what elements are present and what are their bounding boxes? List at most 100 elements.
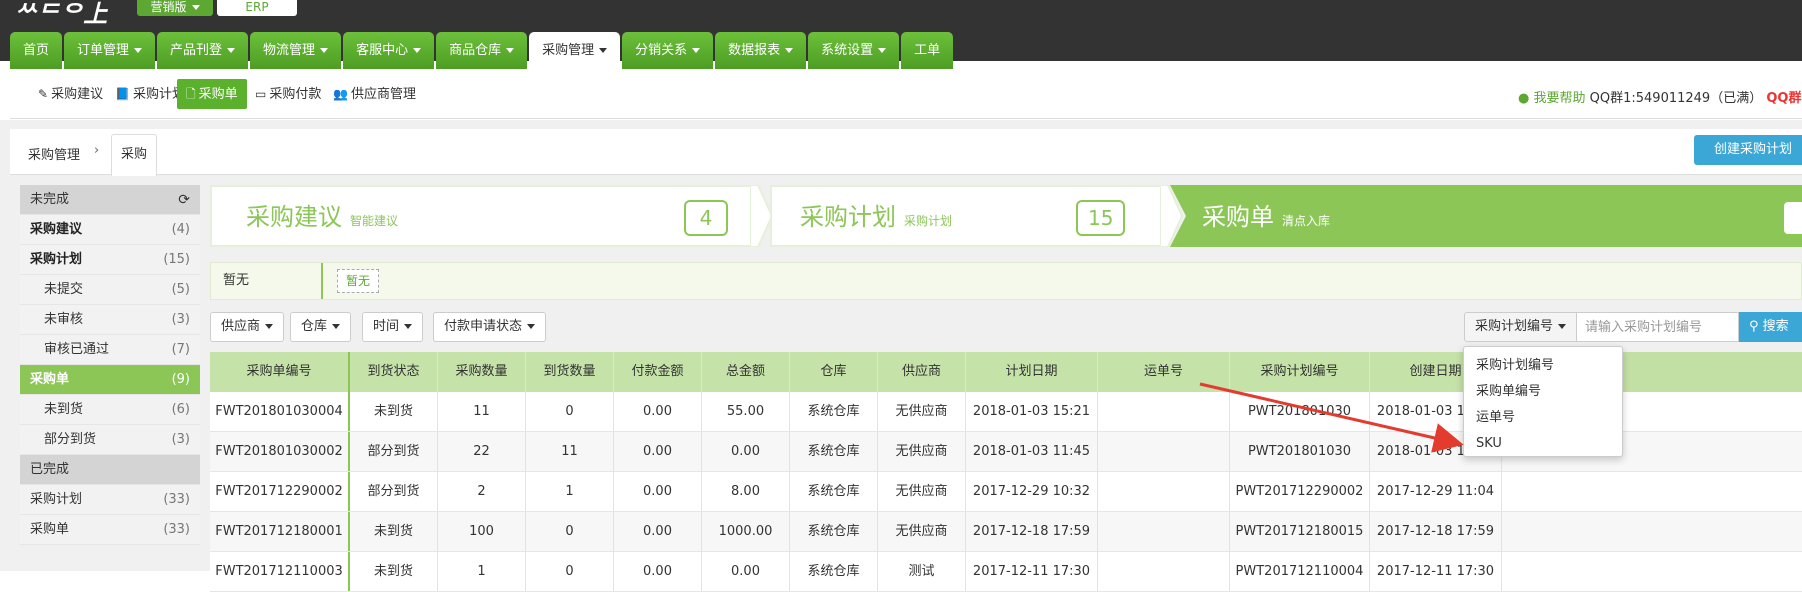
subnav-label: 采购付款 — [269, 87, 322, 102]
column-header[interactable]: 付款金额 — [614, 352, 702, 392]
search-icon: ⚲ — [1749, 319, 1763, 334]
sales-edition-switch[interactable]: 营销版 — [137, 0, 213, 16]
nav-tab-label: 客服中心 — [356, 43, 409, 58]
step-purchase-order[interactable]: 采购单 清点入库 — [1170, 185, 1802, 247]
tab-nav-9[interactable]: 系统设置 — [808, 32, 900, 69]
strip-tag[interactable]: 暂无 — [337, 269, 380, 293]
dropdown-option[interactable]: 采购单编号 — [1464, 379, 1622, 405]
step-purchase-plan[interactable]: 采购计划 采购计划 15 — [770, 185, 1184, 247]
subnav-supplier-management[interactable]: 👥 供应商管理 — [324, 79, 425, 109]
table-cell: 2018-01-03 11:45 — [966, 432, 1098, 471]
sidebar-item-label: 采购单 — [30, 372, 70, 387]
sidebar-item-label: 未审核 — [44, 312, 84, 327]
tab-nav-6[interactable]: 采购管理 — [529, 32, 621, 69]
erp-edition-switch[interactable]: ERP — [217, 0, 297, 16]
table-row[interactable]: FWT201712180001 未到货 100 0 0.00 1000.00 系统仓库 无供应… — [210, 512, 1802, 552]
dropdown-option[interactable]: 运单号 — [1464, 405, 1622, 431]
column-header[interactable]: 到货状态 — [350, 352, 438, 392]
question-icon: ● — [1518, 91, 1530, 106]
table-cell: PWT201712290002 — [1230, 472, 1370, 511]
file-icon: 🗋 — [186, 87, 196, 101]
sidebar-item-not-submitted[interactable]: 未提交 (5) — [20, 275, 200, 305]
sidebar-item-partially-arrived[interactable]: 部分到货 (3) — [20, 425, 200, 455]
column-header[interactable]: 采购单编号 — [210, 352, 350, 392]
tab-nav-7[interactable]: 分销关系 — [622, 32, 714, 69]
table-cell: 系统仓库 — [790, 432, 878, 471]
search-field-select[interactable]: 采购计划编号 — [1464, 312, 1578, 342]
search-button[interactable]: ⚲ 搜索 — [1739, 312, 1802, 342]
sidebar-item-purchase-suggestion[interactable]: 采购建议 (4) — [20, 215, 200, 245]
table-cell: 0 — [526, 552, 614, 591]
supplier-filter[interactable]: 供应商 — [210, 312, 285, 342]
chevron-down-icon — [527, 324, 536, 329]
sidebar-item-purchase-order[interactable]: 采购单 (9) — [20, 365, 200, 395]
tab-nav-3[interactable]: 物流管理 — [250, 32, 342, 69]
step-purchase-suggestion[interactable]: 采购建议 智能建议 4 — [210, 185, 774, 247]
dropdown-option[interactable]: 采购计划编号 — [1464, 353, 1622, 379]
table-row[interactable]: FWT201712110003 未到货 1 0 0.00 0.00 系统仓库 测试 2017-1… — [210, 552, 1802, 592]
table-cell: 0.00 — [614, 472, 702, 511]
column-header[interactable]: 计划日期 — [966, 352, 1098, 392]
sidebar-item-label: 采购计划 — [30, 492, 83, 507]
column-header[interactable]: 总金额 — [702, 352, 790, 392]
sidebar-item-count: (7) — [171, 342, 190, 357]
subnav-label: 供应商管理 — [350, 87, 416, 102]
sidebar-item-label: 采购单 — [30, 522, 70, 537]
filter-label: 供应商 — [221, 319, 261, 334]
sidebar-item-completed-plan[interactable]: 采购计划 (33) — [20, 485, 200, 515]
table-cell: FWT201801030004 — [210, 392, 350, 431]
sidebar-item-count: (5) — [171, 282, 190, 297]
step-title-text: 采购计划 — [800, 203, 896, 231]
step-subtitle: 智能建议 — [350, 214, 399, 228]
nav-tab-label: 采购管理 — [542, 43, 595, 58]
create-purchase-plan-button[interactable]: 创建采购计划 — [1694, 135, 1802, 165]
breadcrumb-parent[interactable]: 采购管理 — [28, 144, 80, 163]
breadcrumb-current-tab[interactable]: 采购 — [111, 134, 157, 176]
column-header[interactable]: 采购数量 — [438, 352, 526, 392]
step-subtitle: 采购计划 — [904, 214, 953, 228]
book-icon: 📘 — [115, 87, 130, 101]
sidebar-item-completed-order[interactable]: 采购单 (33) — [20, 515, 200, 545]
warehouse-filter[interactable]: 仓库 — [290, 312, 352, 342]
brand-logo[interactable]: ᄊᄃᄋ上 — [14, 0, 108, 29]
sidebar-item-not-reviewed[interactable]: 未审核 (3) — [20, 305, 200, 335]
tab-nav-5[interactable]: 商品仓库 — [436, 32, 528, 69]
sidebar-complete-header: 已完成 — [20, 455, 200, 485]
table-cell: 2 — [438, 472, 526, 511]
column-header[interactable]: 到货数量 — [526, 352, 614, 392]
search-group: 采购计划编号 ⚲ 搜索 — [1464, 312, 1802, 342]
table-cell: 0.00 — [614, 392, 702, 431]
tab-nav-4[interactable]: 客服中心 — [343, 32, 435, 69]
table-cell: 系统仓库 — [790, 552, 878, 591]
column-header[interactable]: 仓库 — [790, 352, 878, 392]
sidebar-item-approved[interactable]: 审核已通过 (7) — [20, 335, 200, 365]
nav-tab-label: 数据报表 — [728, 43, 781, 58]
tab-nav-8[interactable]: 数据报表 — [715, 32, 807, 69]
subnav-purchase-suggestion[interactable]: ✎ 采购建议 — [29, 79, 112, 109]
subnav-purchase-order[interactable]: 🗋 采购单 — [177, 79, 247, 109]
sidebar-item-label: 采购计划 — [30, 252, 83, 267]
table-row[interactable]: FWT201712290002 部分到货 2 1 0.00 8.00 系统仓库 无供应商 201… — [210, 472, 1802, 512]
column-header[interactable]: 供应商 — [878, 352, 966, 392]
help-link[interactable]: 我要帮助 — [1533, 91, 1585, 106]
step-count-badge — [1782, 200, 1802, 236]
refresh-icon[interactable]: ⟳ — [178, 185, 190, 215]
tab-nav-1[interactable]: 订单管理 — [64, 32, 156, 69]
table-cell: 2017-12-29 11:04 — [1370, 472, 1502, 511]
step-title: 采购单 清点入库 — [1202, 197, 1330, 232]
sidebar-item-purchase-plan[interactable]: 采购计划 (15) — [20, 245, 200, 275]
dropdown-option[interactable]: SKU — [1464, 431, 1622, 457]
tab-nav-2[interactable]: 产品刊登 — [157, 32, 249, 69]
tab-nav-10[interactable]: 工单 — [901, 32, 954, 69]
payment-status-filter[interactable]: 付款申请状态 — [433, 312, 547, 342]
sidebar-item-not-arrived[interactable]: 未到货 (6) — [20, 395, 200, 425]
time-filter[interactable]: 时间 — [362, 312, 424, 342]
table-cell: 无供应商 — [878, 392, 966, 431]
tab-nav-0[interactable]: 首页 — [10, 32, 63, 69]
table-cell: 0.00 — [702, 552, 790, 591]
chevron-down-icon — [785, 48, 794, 53]
search-input[interactable] — [1577, 312, 1740, 342]
subnav-purchase-payment[interactable]: ▭ 采购付款 — [246, 79, 330, 109]
sidebar-item-count: (3) — [171, 312, 190, 327]
users-icon: 👥 — [333, 87, 348, 101]
